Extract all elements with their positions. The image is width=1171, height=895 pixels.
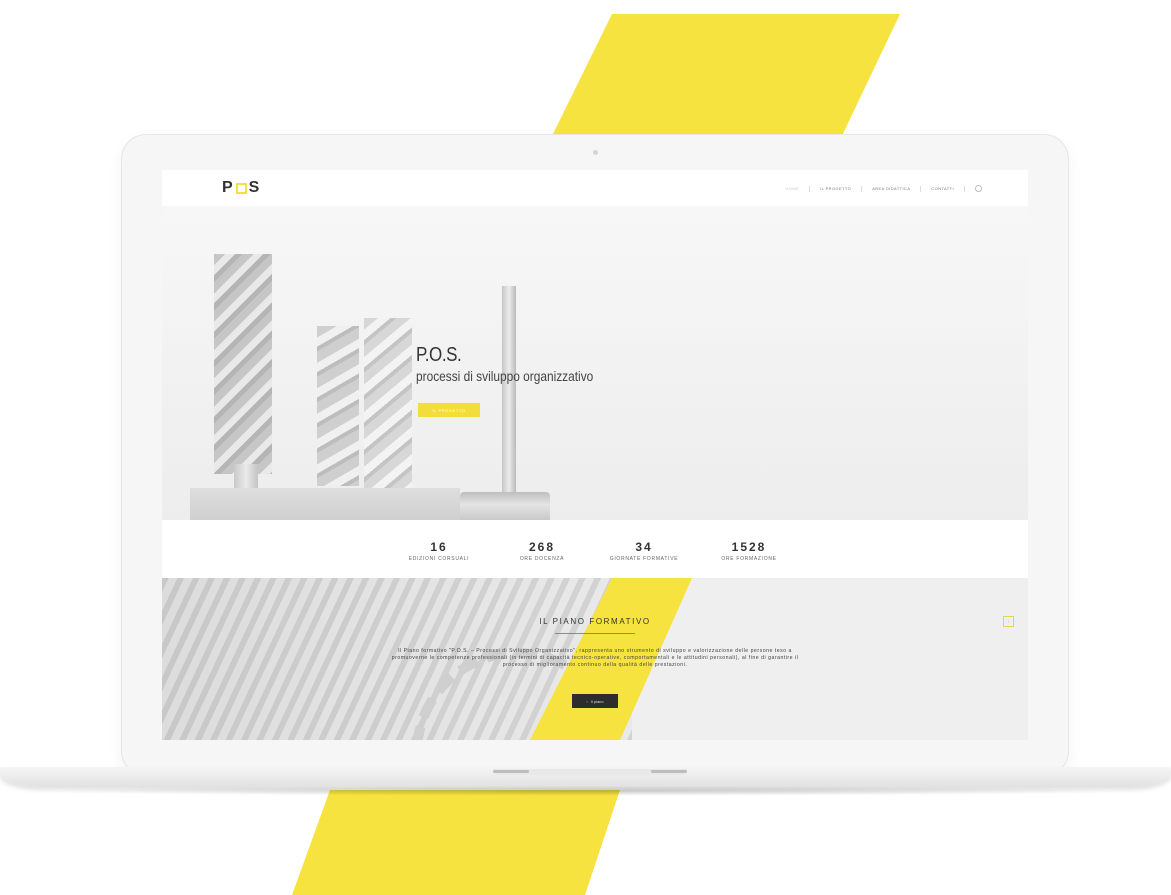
- il-piano-button[interactable]: › Il piano: [572, 694, 618, 708]
- title-underline: [555, 633, 635, 634]
- stat-label: ORE DOCENZA: [519, 556, 565, 562]
- hero-subtitle: processi di sviluppo organizzativo: [416, 368, 594, 384]
- logo-letter-p: P: [222, 179, 234, 196]
- tap-tool-image: [502, 286, 516, 496]
- stat-ore-docenza: 268 ORE DOCENZA: [502, 540, 582, 562]
- stat-label: EDIZIONI CORSUALI: [408, 556, 470, 562]
- laptop-hinge-left: [493, 770, 529, 773]
- menu-divider: [861, 185, 863, 192]
- logo-square-icon: [235, 182, 247, 194]
- menu-item-home[interactable]: HOME: [786, 186, 800, 191]
- end-mill-shank: [234, 464, 258, 490]
- chevron-right-icon: ›: [586, 698, 588, 704]
- menu-item-contatti[interactable]: CONTATTI: [931, 186, 954, 191]
- menu-item-il-progetto[interactable]: IL PROGETTO: [820, 186, 851, 191]
- section-description: Il Piano formativo "P.O.S. – Processi di…: [391, 648, 799, 669]
- main-menu: HOME IL PROGETTO AREA DIDATTICA CONTATTI: [786, 185, 982, 192]
- logo-letter-s: S: [248, 179, 261, 196]
- stat-value: 1528: [731, 540, 767, 554]
- il-progetto-button[interactable]: IL PROGETTO: [418, 403, 480, 417]
- menu-divider: [920, 185, 922, 192]
- stat-edizioni: 16 EDIZIONI CORSUALI: [394, 540, 484, 562]
- logo[interactable]: P S: [222, 178, 260, 198]
- website-screen: P S HOME IL PROGETTO AREA DIDATTICA CONT…: [162, 170, 1028, 740]
- hero-title: P.O.S.: [416, 344, 462, 366]
- tap-tool-base: [460, 492, 550, 520]
- hero-section: P.O.S. processi di sviluppo organizzativ…: [162, 206, 1028, 520]
- stat-value: 16: [430, 540, 448, 554]
- search-icon[interactable]: [975, 185, 982, 192]
- stat-value: 34: [635, 540, 653, 554]
- drill-bit-image: [317, 326, 359, 486]
- camera-icon: [593, 150, 598, 155]
- menu-divider: [964, 185, 965, 192]
- stat-label: ORE FORMAZIONE: [721, 556, 777, 562]
- drill-bit-image-2: [364, 318, 412, 488]
- stats-bar: 16 EDIZIONI CORSUALI 268 ORE DOCENZA 34 …: [162, 520, 1028, 578]
- piano-formativo-section: IL PIANO FORMATIVO Il Piano formativo "P…: [162, 578, 1028, 740]
- stat-giornate: 34 GIORNATE FORMATIVE: [598, 540, 690, 562]
- navbar: P S HOME IL PROGETTO AREA DIDATTICA CONT…: [162, 170, 1028, 206]
- stat-ore-formazione: 1528 ORE FORMAZIONE: [706, 540, 792, 562]
- stat-value: 268: [528, 540, 556, 554]
- section-title: IL PIANO FORMATIVO: [539, 617, 651, 626]
- stat-label: GIORNATE FORMATIVE: [609, 556, 679, 562]
- end-mill-image: [214, 254, 272, 474]
- laptop-shadow: [40, 786, 1131, 796]
- menu-divider: [809, 185, 811, 192]
- chevron-right-icon: ›: [1007, 618, 1010, 625]
- laptop-hinge-right: [651, 770, 687, 773]
- slider-next-button[interactable]: ›: [1003, 616, 1014, 627]
- il-piano-label: Il piano: [590, 698, 604, 704]
- menu-item-area-didattica[interactable]: AREA DIDATTICA: [872, 186, 910, 191]
- tool-holder-base: [190, 488, 460, 520]
